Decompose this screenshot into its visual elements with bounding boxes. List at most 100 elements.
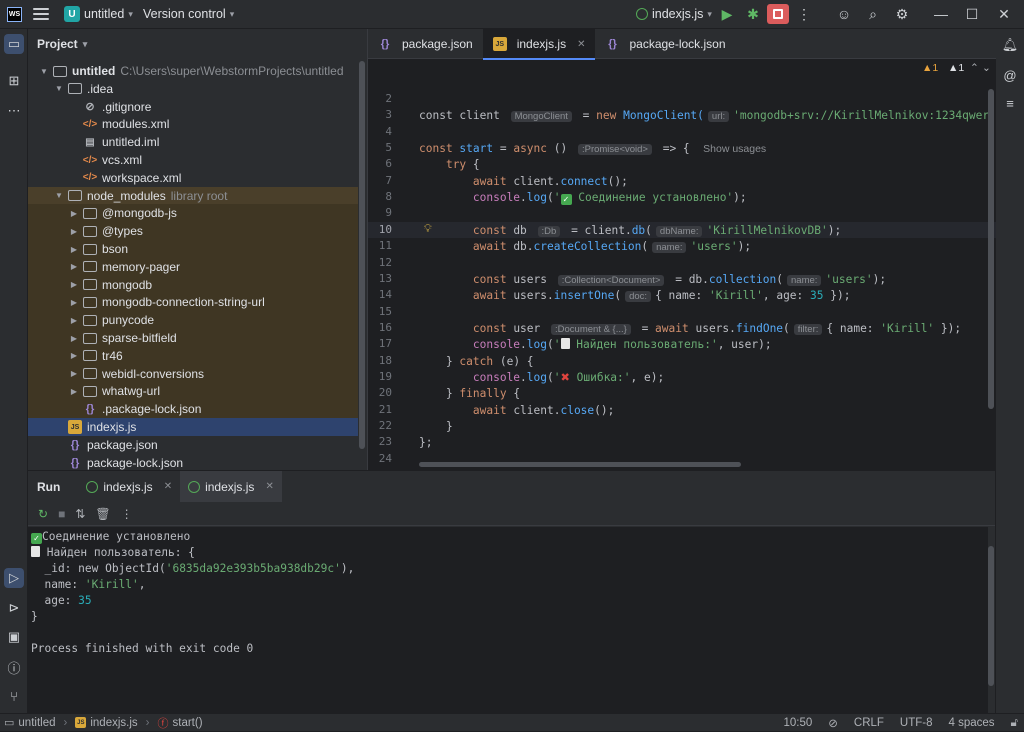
show-usages-link[interactable]: Show usages	[703, 143, 766, 155]
breadcrumb-file[interactable]: indexjs.js	[90, 717, 137, 729]
tree-item[interactable]: </> workspace.xml	[28, 169, 358, 187]
stop-icon[interactable]: ■	[58, 507, 65, 521]
chevron-down-icon[interactable]: ▼	[53, 191, 65, 200]
tree-item[interactable]: JS indexjs.js	[28, 418, 358, 436]
chevron-right-icon[interactable]: ▶	[68, 316, 80, 325]
editor-horizontal-scrollbar[interactable]	[419, 462, 741, 467]
tree-item[interactable]: </> vcs.xml	[28, 151, 358, 169]
code-line[interactable]: await client.close();	[419, 403, 614, 419]
indent-setting[interactable]: 4 spaces	[949, 717, 995, 729]
tree-item[interactable]: ▶ bson	[28, 240, 358, 258]
run-tab[interactable]: indexjs.js ✕	[180, 471, 282, 502]
tree-item[interactable]: ▶ mongodb	[28, 275, 358, 294]
debug-button[interactable]: ✱	[742, 4, 764, 24]
chevron-up-icon[interactable]: ⌃	[970, 62, 979, 74]
webstorm-logo-icon[interactable]: WS	[7, 7, 22, 22]
notifications-bell-icon[interactable]: 🔔︎	[1000, 35, 1020, 55]
rerun-icon[interactable]: ↻	[38, 507, 48, 521]
code-line[interactable]: console.log(' ✓ Соединение установлено');	[419, 190, 747, 206]
chevron-down-icon[interactable]: ⌄	[982, 62, 991, 74]
tree-item[interactable]: ▶ mongodb-connection-string-url	[28, 293, 358, 312]
tree-item[interactable]: ▶ memory-pager	[28, 257, 358, 276]
console-scrollbar[interactable]	[988, 546, 994, 686]
tree-item[interactable]: ▶ whatwg-url	[28, 382, 358, 401]
project-folder-icon[interactable]: ▭	[4, 34, 24, 54]
search-icon[interactable]: ⌕	[862, 4, 884, 24]
chevron-right-icon[interactable]: ▶	[68, 209, 80, 218]
database-icon[interactable]: ≡	[1000, 93, 1020, 113]
code-line[interactable]: await db.createCollection(name:'users');	[419, 239, 751, 255]
restore-layout-icon[interactable]: ⇅	[75, 507, 85, 521]
run-button[interactable]: ▶	[716, 4, 738, 24]
chevron-right-icon[interactable]: ▶	[68, 334, 80, 343]
settings-gear-icon[interactable]: ⚙	[891, 4, 913, 24]
tree-item[interactable]: ▤ untitled.iml	[28, 133, 358, 151]
code-line[interactable]: await users.insertOne(doc:{ name: 'Kiril…	[419, 288, 850, 304]
file-encoding[interactable]: UTF-8	[900, 717, 933, 729]
code-line[interactable]: console.log('✖ Ошибка:', e);	[419, 370, 664, 386]
breadcrumb-project[interactable]: untitled	[18, 717, 55, 729]
close-icon[interactable]: ✕	[164, 481, 172, 492]
project-scrollbar[interactable]	[359, 61, 365, 449]
vcs-widget[interactable]: Version control ▾	[143, 7, 234, 21]
tree-item[interactable]: ⊘ .gitignore	[28, 98, 358, 116]
tree-item[interactable]: ▶ sparse-bitfield	[28, 329, 358, 347]
code-line[interactable]: const user :Document & {...} = await use…	[419, 321, 961, 337]
git-icon[interactable]: ⑂	[4, 686, 24, 706]
tree-item[interactable]: ▼ node_modules library root	[28, 186, 358, 205]
more-tools-icon[interactable]: ⋯	[4, 101, 24, 121]
code-line[interactable]: const users :Collection<Document> = db.c…	[419, 272, 886, 288]
tree-item[interactable]: {} package-lock.json	[28, 454, 358, 470]
maximize-button[interactable]: ☐	[961, 4, 983, 24]
chevron-down-icon[interactable]: ▼	[38, 67, 50, 76]
line-separator[interactable]: CRLF	[854, 717, 884, 729]
code-line[interactable]: };	[419, 435, 432, 451]
run-tab[interactable]: indexjs.js ✕	[78, 471, 180, 502]
warning-count-icon[interactable]: ▲1	[922, 62, 938, 74]
code-line[interactable]: const start = async () :Promise<void> =>…	[419, 141, 766, 157]
chevron-right-icon[interactable]: ▶	[68, 262, 80, 271]
lock-icon[interactable]: 🔓︎	[1011, 717, 1018, 730]
code-line[interactable]: console.log(' Найден пользователь:', use…	[419, 337, 772, 353]
caret-position[interactable]: 10:50	[783, 717, 812, 729]
run-tool-icon[interactable]: ▷	[4, 568, 24, 588]
tree-item[interactable]: </> modules.xml	[28, 115, 358, 133]
close-window-button[interactable]: ✕	[993, 4, 1015, 24]
project-panel-header[interactable]: Project ▾	[28, 29, 367, 59]
project-switcher[interactable]: U untitled ▾	[64, 6, 133, 22]
structure-icon[interactable]: ⊞	[4, 71, 24, 91]
code-line[interactable]: const db :Db = client.db(dbName: 'KirillM…	[419, 223, 841, 239]
tree-item[interactable]: {} package.json	[28, 436, 358, 454]
no-lock-icon[interactable]: ⊘	[828, 716, 838, 730]
chevron-right-icon[interactable]: ▶	[68, 387, 80, 396]
run-config-selector[interactable]: indexjs.js ▾	[636, 7, 712, 21]
clear-trash-icon[interactable]: 🗑︎	[95, 507, 110, 521]
code-line[interactable]: try {	[419, 157, 480, 173]
services-icon[interactable]: ⊳	[4, 598, 24, 618]
tree-item[interactable]: ▶ webidl-conversions	[28, 364, 358, 383]
chevron-right-icon[interactable]: ▶	[68, 369, 80, 378]
editor-tab[interactable]: JS indexjs.js ✕	[482, 29, 596, 60]
code-line[interactable]: const client MongoClient = new MongoClie…	[419, 108, 989, 124]
tree-item[interactable]: ▶ @mongodb-js	[28, 204, 358, 223]
tree-item[interactable]: ▶ @types	[28, 222, 358, 241]
chevron-right-icon[interactable]: ▶	[68, 227, 80, 236]
chevron-down-icon[interactable]: ▼	[53, 84, 65, 93]
editor-tab[interactable]: {} package-lock.json	[595, 29, 735, 59]
editor-tab[interactable]: {} package.json	[368, 29, 483, 59]
tree-item[interactable]: ▼ .idea	[28, 80, 358, 98]
close-icon[interactable]: ✕	[265, 481, 273, 492]
main-menu-icon[interactable]	[33, 7, 49, 21]
add-user-icon[interactable]: ☺	[833, 4, 855, 24]
code-line[interactable]: }	[419, 419, 453, 435]
tree-item[interactable]: ▼ untitled C:\Users\super\WebstormProjects…	[28, 62, 358, 80]
terminal-icon[interactable]: ▣	[4, 627, 24, 647]
code-line[interactable]: } catch (e) {	[419, 354, 534, 370]
chevron-right-icon[interactable]: ▶	[68, 351, 80, 360]
tree-item[interactable]: ▶ tr46	[28, 346, 358, 365]
chevron-right-icon[interactable]: ▶	[68, 298, 80, 307]
stop-button[interactable]	[767, 4, 789, 24]
code-line[interactable]: } finally {	[419, 386, 520, 402]
chevron-right-icon[interactable]: ▶	[68, 245, 80, 254]
problems-icon[interactable]: ⓘ	[4, 657, 24, 677]
